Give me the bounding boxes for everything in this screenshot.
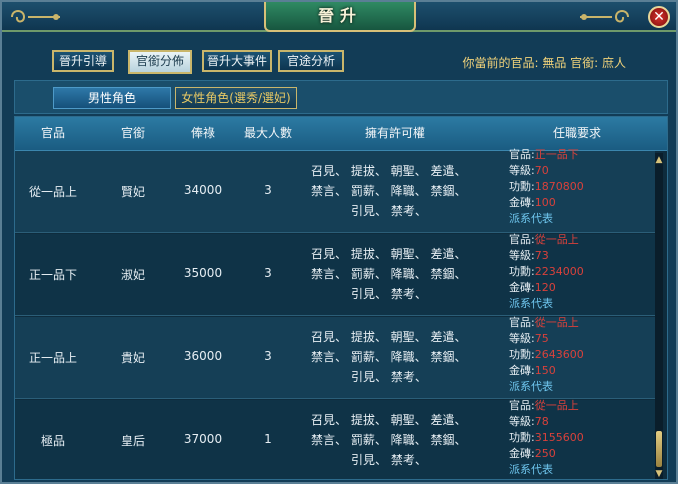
header-permissions: 擁有許可權 bbox=[364, 126, 425, 140]
row-salary: 35000 bbox=[183, 266, 223, 280]
row-max-count: 3 bbox=[264, 183, 272, 197]
tab-male-roles[interactable]: 男性角色 bbox=[53, 87, 171, 109]
row-title: 賢妃 bbox=[120, 185, 145, 199]
header-title: 官銜 bbox=[120, 126, 145, 140]
tab-promotion-guide[interactable]: 晉升引導 bbox=[52, 50, 114, 72]
row-permissions: 召見、 提拔、 朝聖、 差遣、 禁言、 罰薪、 降職、 禁錮、 引見、 禁考、 bbox=[311, 164, 467, 218]
window-title: 晉升 bbox=[264, 2, 416, 32]
scroll-up-icon[interactable]: ▲ bbox=[653, 155, 665, 165]
row-salary: 37000 bbox=[183, 432, 223, 446]
title-bar: 晉升 ✕ bbox=[2, 2, 676, 32]
tab-rank-distribution[interactable]: 官銜分佈 bbox=[128, 50, 192, 74]
row-requirements: 官品:從一品上 等級:78 功勳:3155600 金磚:250 派系代表 bbox=[509, 398, 649, 478]
row-title: 皇后 bbox=[120, 434, 145, 448]
close-button[interactable]: ✕ bbox=[648, 6, 670, 28]
faction-rep-link[interactable]: 派系代表 bbox=[509, 296, 649, 312]
row-max-count: 1 bbox=[264, 432, 272, 446]
row-grade: 極品 bbox=[40, 434, 65, 448]
row-max-count: 3 bbox=[264, 266, 272, 280]
table-header: 官品 官銜 俸祿 最大人數 擁有許可權 任職要求 bbox=[15, 117, 667, 151]
table-row: 正一品下 淑妃 35000 3 召見、 提拔、 朝聖、 差遣、 禁言、 罰薪、 … bbox=[15, 232, 655, 316]
scrollbar-thumb[interactable] bbox=[656, 431, 662, 467]
tab-career-analysis[interactable]: 官途分析 bbox=[278, 50, 344, 72]
header-max-count: 最大人數 bbox=[243, 126, 292, 140]
header-requirements: 任職要求 bbox=[552, 126, 601, 140]
table-row: 正一品上 貴妃 36000 3 召見、 提拔、 朝聖、 差遣、 禁言、 罰薪、 … bbox=[15, 315, 655, 399]
promotion-window: 晉升 ✕ 晉升引導 官銜分佈 晉升大事件 官途分析 你當前的官品: 無品 官銜:… bbox=[0, 0, 678, 484]
header-salary: 俸祿 bbox=[190, 126, 215, 140]
rank-table: 官品 官銜 俸祿 最大人數 擁有許可權 任職要求 從一品上 賢妃 34000 3… bbox=[14, 116, 668, 480]
header-grade: 官品 bbox=[40, 126, 65, 140]
left-ornament-icon bbox=[8, 6, 64, 28]
row-requirements: 官品:從一品上 等級:73 功勳:2234000 金磚:120 派系代表 bbox=[509, 232, 649, 312]
row-grade: 從一品上 bbox=[28, 185, 77, 199]
row-title: 貴妃 bbox=[120, 351, 145, 365]
faction-rep-link[interactable]: 派系代表 bbox=[509, 211, 649, 227]
right-ornament-icon bbox=[576, 6, 632, 28]
row-permissions: 召見、 提拔、 朝聖、 差遣、 禁言、 罰薪、 降職、 禁錮、 引見、 禁考、 bbox=[311, 330, 467, 384]
row-permissions: 召見、 提拔、 朝聖、 差遣、 禁言、 罰薪、 降職、 禁錮、 引見、 禁考、 bbox=[311, 413, 467, 467]
row-requirements: 官品:正一品下 等級:70 功勳:1870800 金磚:100 派系代表 bbox=[509, 147, 649, 227]
faction-rep-link[interactable]: 派系代表 bbox=[509, 462, 649, 478]
row-requirements: 官品:從一品上 等級:75 功勳:2643600 金磚:150 派系代表 bbox=[509, 315, 649, 395]
row-title: 淑妃 bbox=[120, 268, 145, 282]
table-row: 從一品上 賢妃 34000 3 召見、 提拔、 朝聖、 差遣、 禁言、 罰薪、 … bbox=[15, 148, 655, 233]
row-grade: 正一品下 bbox=[28, 268, 77, 282]
scroll-down-icon[interactable]: ▼ bbox=[653, 469, 665, 479]
tab-promotion-events[interactable]: 晉升大事件 bbox=[202, 50, 272, 72]
row-salary: 34000 bbox=[183, 183, 223, 197]
table-row: 極品 皇后 37000 1 召見、 提拔、 朝聖、 差遣、 禁言、 罰薪、 降職… bbox=[15, 398, 655, 479]
row-salary: 36000 bbox=[183, 349, 223, 363]
faction-rep-link[interactable]: 派系代表 bbox=[509, 379, 649, 395]
row-max-count: 3 bbox=[264, 349, 272, 363]
row-grade: 正一品上 bbox=[28, 351, 77, 365]
row-permissions: 召見、 提拔、 朝聖、 差遣、 禁言、 罰薪、 降職、 禁錮、 引見、 禁考、 bbox=[311, 247, 467, 301]
gender-subtabs: 男性角色 女性角色(選秀/選妃) bbox=[14, 80, 668, 114]
current-rank-info: 你當前的官品: 無品 官銜: 庶人 bbox=[462, 56, 626, 70]
tab-female-roles[interactable]: 女性角色(選秀/選妃) bbox=[175, 87, 297, 109]
